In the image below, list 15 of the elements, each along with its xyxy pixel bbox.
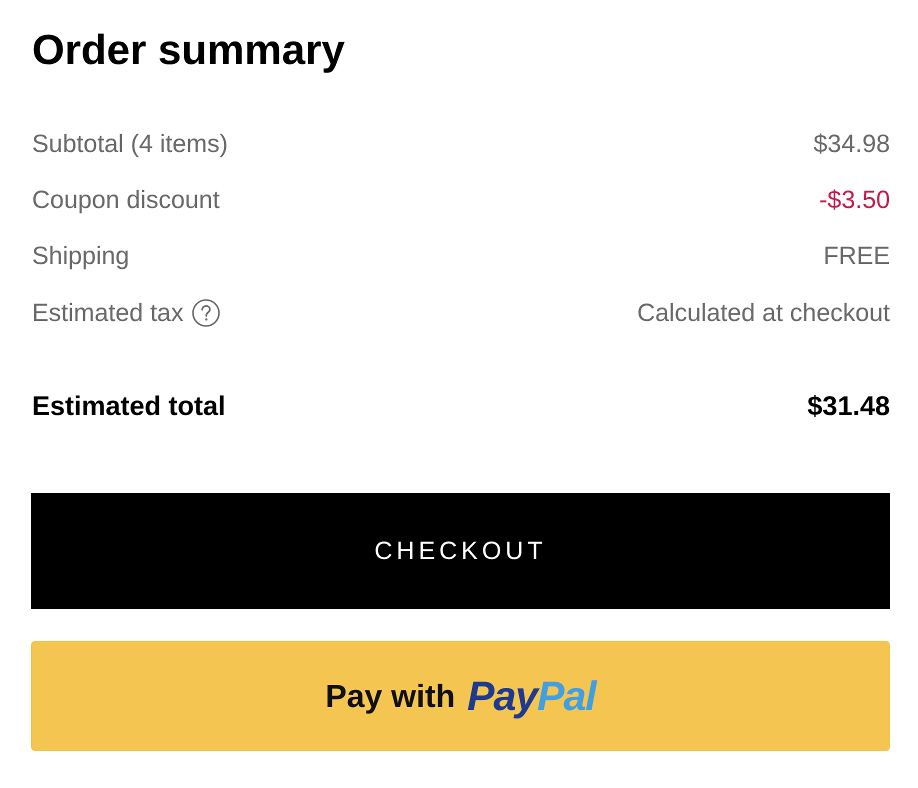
- logo-wordmark: PayPal: [467, 672, 596, 720]
- total-label: Estimated total: [31, 390, 226, 422]
- line-label: Shipping: [31, 241, 130, 271]
- line-value: $34.98: [812, 129, 890, 159]
- summary-title: Order summary: [32, 25, 345, 75]
- total-value: $31.48: [806, 390, 890, 422]
- pay-with-button[interactable]: Pay with PayPal: [31, 641, 890, 751]
- line-label: Subtotal (4 items): [31, 129, 228, 159]
- checkout-button[interactable]: CHECKOUT: [31, 493, 890, 609]
- line-value: FREE: [822, 241, 890, 271]
- line-label: Estimated tax: [31, 298, 184, 328]
- help-icon[interactable]: [192, 299, 220, 327]
- discount-value: -$3.50: [818, 185, 890, 215]
- line-value: Calculated at checkout: [636, 298, 890, 328]
- line-label: Coupon discount: [31, 185, 220, 215]
